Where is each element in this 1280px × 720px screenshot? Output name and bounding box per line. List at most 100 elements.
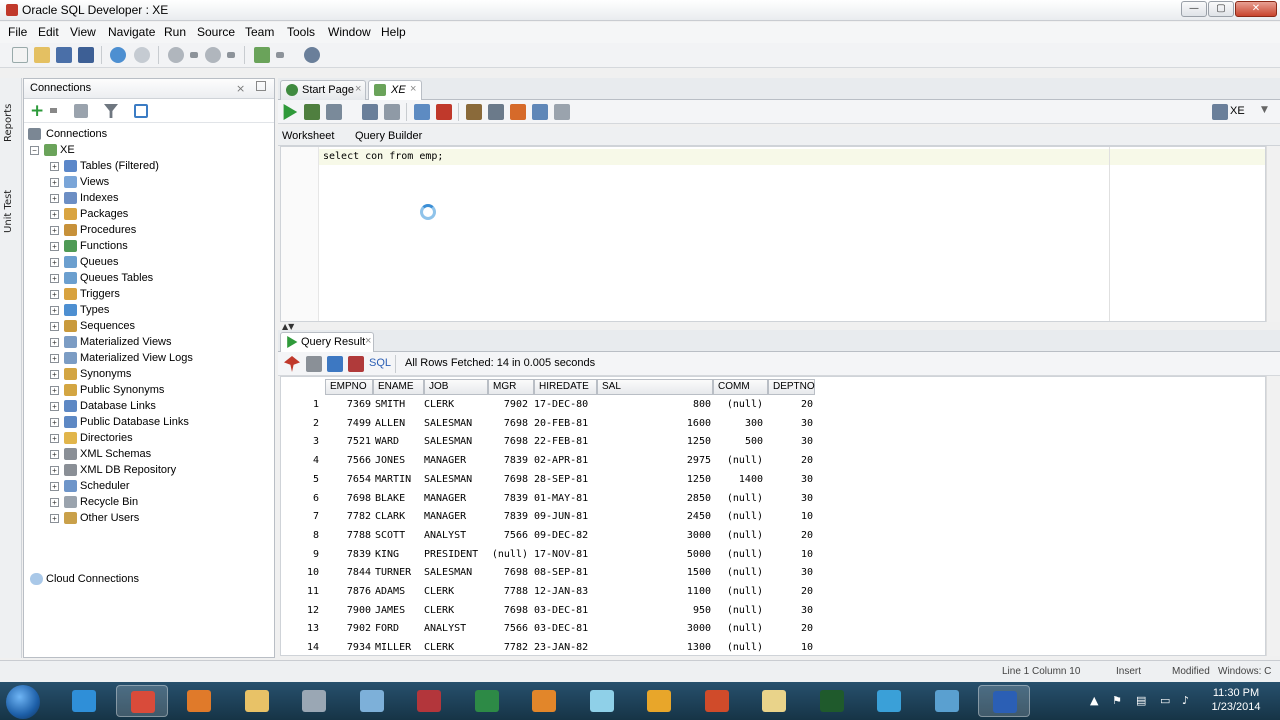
taskbar-app-button[interactable] — [921, 685, 973, 717]
print-icon[interactable] — [306, 356, 322, 372]
menu-navigate[interactable]: Navigate — [108, 25, 155, 39]
table-cell[interactable]: BLAKE — [375, 493, 419, 504]
table-row[interactable]: 7 7782 CLARK MANAGER 7839 09-JUN-81 2450 (null)… — [281, 509, 1265, 528]
table-cell[interactable]: (null) — [717, 642, 763, 653]
table-cell[interactable]: 7654 — [325, 474, 371, 485]
table-cell[interactable]: 7788 — [325, 530, 371, 541]
table-cell[interactable]: 7698 — [476, 418, 528, 429]
expand-icon[interactable]: + — [50, 466, 59, 475]
run-script-icon[interactable] — [304, 104, 320, 120]
minimize-button[interactable]: — — [1181, 1, 1207, 17]
result-scrollbar[interactable] — [1266, 376, 1280, 656]
expand-icon[interactable]: + — [50, 450, 59, 459]
table-cell[interactable]: 2975 — [599, 455, 711, 466]
table-cell[interactable]: 7934 — [325, 642, 371, 653]
back-icon[interactable] — [168, 47, 184, 63]
maximize-button[interactable]: ▢ — [1208, 1, 1234, 17]
table-cell[interactable]: 23-JAN-82 — [534, 642, 596, 653]
table-cell[interactable]: 02-APR-81 — [534, 455, 596, 466]
table-cell[interactable]: 09-DEC-82 — [534, 530, 596, 541]
table-cell[interactable]: 5000 — [599, 549, 711, 560]
table-cell[interactable]: 2450 — [599, 511, 711, 522]
sql-editor[interactable]: select con from emp; — [280, 146, 1266, 322]
taskbar-app-button[interactable] — [518, 685, 570, 717]
menu-edit[interactable]: Edit — [38, 25, 59, 39]
table-cell[interactable]: 1400 — [717, 474, 763, 485]
table-cell[interactable]: (null) — [717, 455, 763, 466]
show-hidden-icons-icon[interactable]: ▲ — [1090, 694, 1104, 708]
table-row[interactable]: 10 7844 TURNER SALESMAN 7698 08-SEP-81 1500 (nu… — [281, 565, 1265, 584]
explain-plan-icon[interactable] — [384, 104, 400, 120]
table-cell[interactable]: 7566 — [325, 455, 371, 466]
system-clock[interactable]: 11:30 PM 1/23/2014 — [1205, 686, 1267, 714]
table-cell[interactable]: 7839 — [476, 511, 528, 522]
expand-icon[interactable]: + — [50, 290, 59, 299]
sql-tuning-icon[interactable] — [532, 104, 548, 120]
table-cell[interactable]: TURNER — [375, 567, 419, 578]
table-cell[interactable]: 28-SEP-81 — [534, 474, 596, 485]
menu-file[interactable]: File — [8, 25, 27, 39]
close-icon[interactable]: × — [410, 83, 416, 95]
expand-icon[interactable]: + — [50, 338, 59, 347]
table-row[interactable]: 5 7654 MARTIN SALESMAN 7698 28-SEP-81 1250 1400… — [281, 472, 1265, 491]
table-row[interactable]: 11 7876 ADAMS CLERK 7788 12-JAN-83 1100 (null) 2… — [281, 584, 1265, 603]
volume-icon[interactable]: ♪ — [1182, 694, 1196, 708]
table-cell[interactable]: 7566 — [476, 623, 528, 634]
connection-selector[interactable]: XE — [1230, 105, 1245, 117]
sql-connection-icon[interactable] — [254, 47, 270, 63]
taskbar-app-button[interactable] — [403, 685, 455, 717]
table-cell[interactable]: 01-MAY-81 — [534, 493, 596, 504]
table-cell[interactable]: (null) — [717, 567, 763, 578]
table-cell[interactable]: (null) — [717, 586, 763, 597]
forward-icon[interactable] — [205, 47, 221, 63]
table-cell[interactable]: 3000 — [599, 530, 711, 541]
table-cell[interactable]: 7902 — [476, 399, 528, 410]
table-cell[interactable]: CLARK — [375, 511, 419, 522]
unshared-worksheet-icon[interactable] — [554, 104, 570, 120]
table-cell[interactable]: 10 — [768, 511, 813, 522]
network-icon[interactable]: ▤ — [1136, 694, 1150, 708]
menu-window[interactable]: Window — [328, 25, 371, 39]
table-cell[interactable]: 7839 — [476, 455, 528, 466]
table-cell[interactable]: 500 — [717, 436, 763, 447]
format-case-icon[interactable] — [488, 104, 504, 120]
add-connection-icon[interactable]: + — [30, 101, 44, 121]
table-cell[interactable]: 7782 — [476, 642, 528, 653]
table-cell[interactable]: 1100 — [599, 586, 711, 597]
taskbar-app-button[interactable] — [633, 685, 685, 717]
start-button-icon[interactable] — [6, 685, 40, 719]
taskbar-app-button[interactable] — [346, 685, 398, 717]
expand-icon[interactable]: + — [50, 322, 59, 331]
expand-icon[interactable]: + — [50, 514, 59, 523]
table-cell[interactable]: 20 — [768, 455, 813, 466]
expand-icon[interactable]: + — [50, 306, 59, 315]
table-cell[interactable]: 1300 — [599, 642, 711, 653]
table-cell[interactable]: 950 — [599, 605, 711, 616]
table-cell[interactable]: 30 — [768, 418, 813, 429]
column-header[interactable]: JOB — [424, 379, 488, 395]
expand-icon[interactable]: + — [50, 274, 59, 283]
table-cell[interactable]: (null) — [717, 511, 763, 522]
table-cell[interactable]: 03-DEC-81 — [534, 623, 596, 634]
undo-icon[interactable] — [110, 47, 126, 63]
table-cell[interactable]: 30 — [768, 436, 813, 447]
rollback-icon[interactable] — [362, 104, 378, 120]
table-cell[interactable]: KING — [375, 549, 419, 560]
expand-icon[interactable]: + — [50, 498, 59, 507]
menu-source[interactable]: Source — [197, 25, 235, 39]
tab-query-result[interactable]: Query Result × — [280, 332, 374, 352]
table-cell[interactable]: 30 — [768, 474, 813, 485]
table-cell[interactable]: (null) — [717, 549, 763, 560]
tab-query-builder[interactable]: Query Builder — [355, 130, 422, 142]
editor-scrollbar[interactable] — [1266, 146, 1280, 322]
table-cell[interactable]: MILLER — [375, 642, 419, 653]
table-cell[interactable]: 20-FEB-81 — [534, 418, 596, 429]
table-cell[interactable]: WARD — [375, 436, 419, 447]
table-cell[interactable]: 7499 — [325, 418, 371, 429]
table-cell[interactable]: (null) — [717, 605, 763, 616]
column-header[interactable]: DEPTNO — [768, 379, 815, 395]
taskbar-app-button[interactable] — [231, 685, 283, 717]
table-cell[interactable]: 800 — [599, 399, 711, 410]
new-icon[interactable] — [12, 47, 28, 63]
table-cell[interactable]: JAMES — [375, 605, 419, 616]
